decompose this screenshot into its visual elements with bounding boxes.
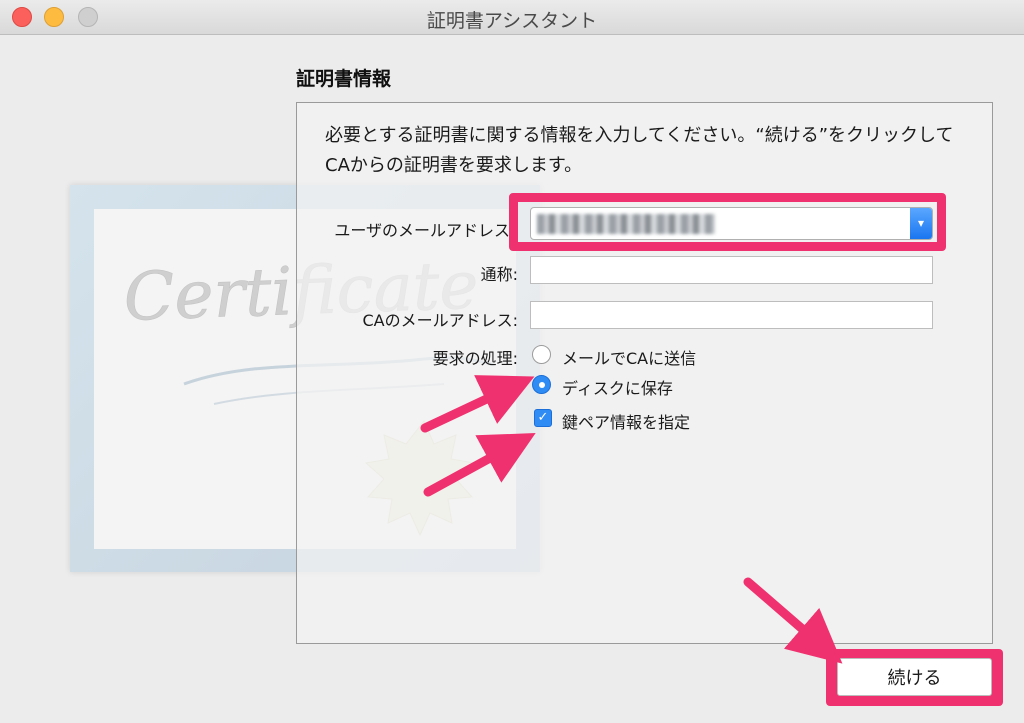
- common-name-field[interactable]: [530, 256, 933, 284]
- checkmark-icon: ✓: [537, 410, 549, 425]
- instructions-text: 必要とする証明書に関する情報を入力してください。“続ける”をクリックしてCAから…: [325, 125, 954, 176]
- section-title: 証明書情報: [296, 68, 392, 90]
- ca-email-field[interactable]: [530, 301, 933, 329]
- window-title: 証明書アシスタント: [426, 10, 598, 32]
- email-highlight-box: [509, 193, 946, 251]
- save-to-disk-label[interactable]: ディスクに保存: [562, 375, 673, 399]
- request-handling-label: 要求の処理:: [432, 349, 518, 368]
- ca-email-label: CAのメールアドレス:: [362, 311, 518, 330]
- user-email-label: ユーザのメールアドレス: [334, 221, 510, 240]
- email-ca-label[interactable]: メールでCAに送信: [562, 345, 696, 369]
- key-pair-checkbox[interactable]: ✓: [534, 409, 552, 427]
- save-to-disk-radio[interactable]: [532, 375, 551, 394]
- certificate-info-panel: 必要とする証明書に関する情報を入力してください。“続ける”をクリックしてCAから…: [296, 102, 993, 644]
- title-bar: 証明書アシスタント: [0, 0, 1024, 35]
- continue-button[interactable]: 続ける: [837, 658, 992, 696]
- key-pair-label[interactable]: 鍵ペア情報を指定: [562, 409, 690, 433]
- email-ca-radio[interactable]: [532, 345, 551, 364]
- common-name-label: 通称:: [480, 265, 518, 284]
